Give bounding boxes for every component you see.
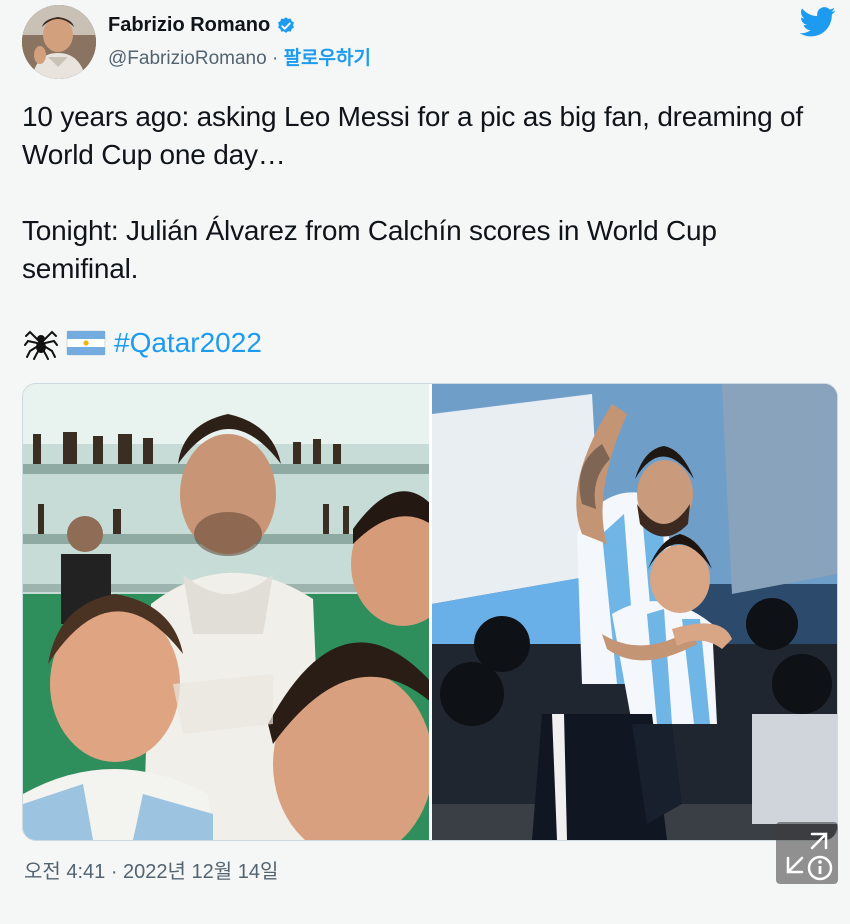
media-grid xyxy=(22,383,838,841)
photo-messi-with-fans[interactable] xyxy=(23,384,429,840)
hashtag-row: #Qatar2022 xyxy=(24,326,262,360)
author-handle[interactable]: @FabrizioRomano xyxy=(108,48,267,69)
spider-icon xyxy=(24,326,58,360)
tweet-paragraph-1: 10 years ago: asking Leo Messi for a pic… xyxy=(22,101,803,170)
tweet-timestamp[interactable]: 오전 4:41 · 2022년 12월 14일 xyxy=(24,855,278,884)
info-icon xyxy=(807,855,833,881)
expand-media-button[interactable] xyxy=(776,822,838,884)
hashtag-link[interactable]: #Qatar2022 xyxy=(114,327,262,359)
tweet-header: Fabrizio Romano @FabrizioRomano · 팔로우하기 xyxy=(22,2,371,82)
photo-messi-alvarez-celebration[interactable] xyxy=(432,384,837,840)
twitter-bird-icon[interactable] xyxy=(799,6,836,38)
author-display-name[interactable]: Fabrizio Romano xyxy=(108,14,270,37)
verified-badge-icon xyxy=(276,16,296,36)
tweet-card: Fabrizio Romano @FabrizioRomano · 팔로우하기 … xyxy=(0,0,850,924)
handle-separator: · xyxy=(266,48,284,69)
argentina-flag-icon xyxy=(66,329,106,357)
avatar[interactable] xyxy=(22,5,96,79)
tweet-text: 10 years ago: asking Leo Messi for a pic… xyxy=(22,98,822,326)
follow-button[interactable]: 팔로우하기 xyxy=(284,48,371,69)
tweet-paragraph-2: Tonight: Julián Álvarez from Calchín sco… xyxy=(22,215,717,284)
